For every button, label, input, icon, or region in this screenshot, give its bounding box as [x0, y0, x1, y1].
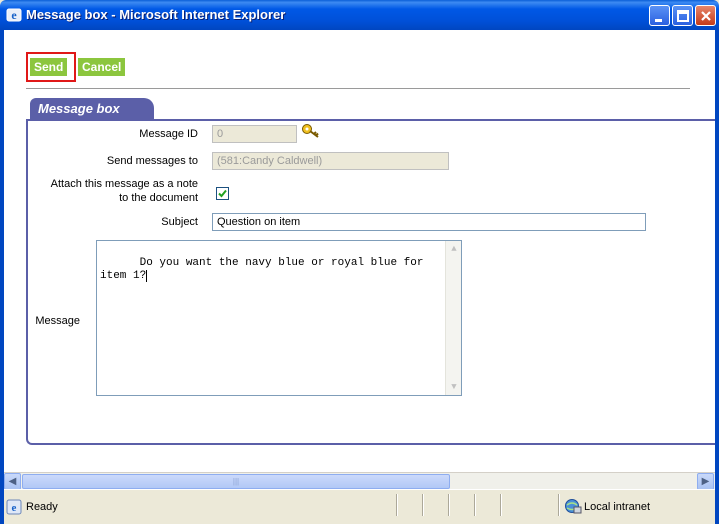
status-divider — [422, 494, 424, 516]
horizontal-scroll-thumb[interactable]: ||| — [22, 474, 450, 489]
scroll-up-icon[interactable]: ▲ — [446, 241, 462, 257]
close-icon — [701, 11, 711, 21]
scroll-left-icon[interactable]: ◀ — [4, 473, 21, 490]
status-divider — [474, 494, 476, 516]
cancel-button-label: Cancel — [82, 60, 122, 74]
checkmark-icon — [218, 189, 227, 198]
message-textarea[interactable]: Do you want the navy blue or royal blue … — [96, 240, 462, 396]
ie-window: e Message box - Microsoft Internet Explo… — [0, 0, 719, 524]
send-to-label: Send messages to — [106, 155, 198, 167]
intranet-icon — [565, 499, 582, 514]
key-icon[interactable] — [301, 123, 321, 139]
tab-label: Message box — [38, 101, 120, 116]
status-ready: Ready — [26, 501, 58, 513]
status-divider — [558, 494, 560, 516]
maximize-icon — [677, 10, 689, 22]
message-id-field: 0 — [212, 125, 297, 143]
subject-value: Question on item — [217, 216, 301, 228]
message-text: Do you want the navy blue or royal blue … — [100, 257, 424, 282]
send-button[interactable]: Send — [30, 58, 68, 76]
window-title: Message box - Microsoft Internet Explore… — [26, 7, 286, 22]
send-to-value: (581:Candy Caldwell) — [217, 155, 323, 167]
minimize-icon — [655, 19, 662, 22]
message-scrollbar[interactable]: ▲ ▼ — [445, 241, 461, 395]
cancel-button[interactable]: Cancel — [78, 58, 126, 76]
svg-text:e: e — [12, 502, 17, 514]
attach-note-checkbox[interactable] — [216, 187, 229, 200]
text-cursor — [146, 270, 148, 282]
status-zone: Local intranet — [584, 501, 651, 513]
status-divider — [500, 494, 502, 516]
window-frame-right — [715, 30, 719, 524]
message-label: Message — [35, 315, 80, 327]
ie-icon: e — [6, 8, 22, 22]
message-id-label: Message ID — [139, 128, 198, 140]
status-bar: e Ready Local intranet — [4, 489, 715, 524]
message-id-value: 0 — [217, 128, 224, 140]
status-divider — [396, 494, 398, 516]
attach-label-line1: Attach this message as a note — [50, 178, 198, 190]
close-button[interactable] — [695, 5, 716, 26]
page-icon: e — [6, 499, 22, 515]
title-bar[interactable]: e Message box - Microsoft Internet Explo… — [0, 0, 719, 30]
subject-input[interactable]: Question on item — [212, 213, 646, 231]
send-button-label: Send — [34, 60, 64, 74]
page-content: Send Cancel Message box Message ID 0 Sen… — [4, 30, 715, 472]
send-to-field: (581:Candy Caldwell) — [212, 152, 449, 170]
toolbar-divider — [26, 88, 690, 89]
status-divider — [448, 494, 450, 516]
subject-label: Subject — [161, 216, 198, 228]
minimize-button[interactable] — [649, 5, 670, 26]
horizontal-scrollbar[interactable]: ◀ ||| ▶ — [4, 472, 715, 490]
attach-label-line2: to the document — [119, 192, 198, 204]
scroll-down-icon[interactable]: ▼ — [446, 379, 462, 395]
tab-message-box: Message box — [30, 98, 154, 120]
maximize-button[interactable] — [672, 5, 693, 26]
svg-text:e: e — [11, 8, 17, 22]
scroll-right-icon[interactable]: ▶ — [697, 473, 714, 490]
